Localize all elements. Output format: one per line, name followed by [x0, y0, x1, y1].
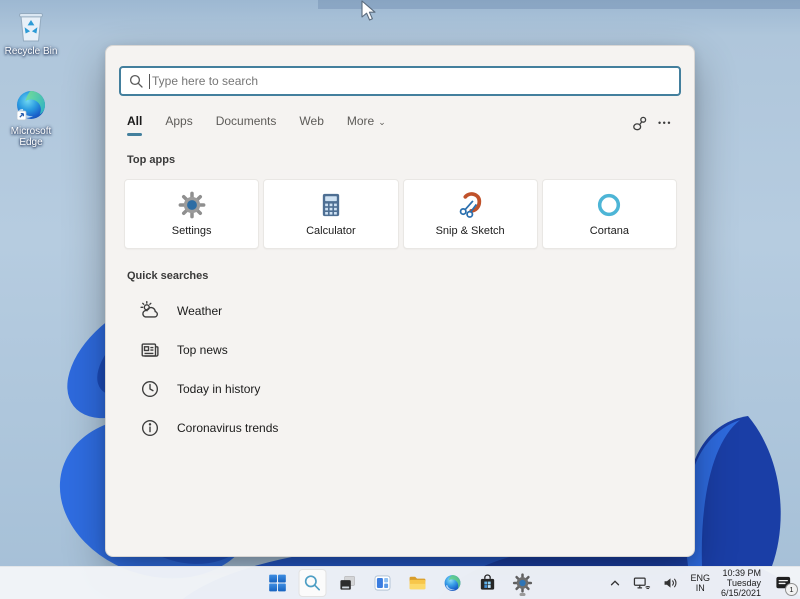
quick-search-coronavirus-trends[interactable]: Coronavirus trends: [127, 408, 674, 447]
more-options-button[interactable]: •••: [652, 112, 678, 134]
text-caret: [149, 74, 150, 89]
quick-search-label: Coronavirus trends: [177, 421, 278, 435]
start-button[interactable]: [264, 569, 292, 597]
microsoft-store-button[interactable]: [474, 569, 502, 597]
task-view-button[interactable]: [334, 569, 362, 597]
recycle-bin-icon: [14, 8, 48, 44]
desktop-icon-recycle-bin[interactable]: Recycle Bin: [0, 8, 62, 57]
clock-time: 10:39 PM: [721, 568, 761, 578]
edge-icon: [13, 88, 49, 124]
app-card-calculator[interactable]: Calculator: [263, 179, 398, 249]
speaker-icon: [662, 575, 679, 591]
task-view-icon: [338, 573, 358, 593]
clock-date: 6/15/2021: [721, 588, 761, 598]
quick-search-top-news[interactable]: Top news: [127, 330, 674, 369]
chevron-up-icon: [608, 576, 622, 590]
tab-more[interactable]: More⌄: [347, 110, 386, 136]
desktop-icon-label: Recycle Bin: [0, 46, 62, 57]
clock-day: Tuesday: [721, 578, 761, 588]
chevron-down-icon: ⌄: [378, 117, 386, 127]
quick-searches-list: Weather Top news: [127, 291, 674, 447]
sign-in-options-icon: [631, 115, 648, 132]
sign-in-options-button[interactable]: [626, 112, 652, 134]
quick-search-weather[interactable]: Weather: [127, 291, 674, 330]
app-card-snip-sketch[interactable]: Snip & Sketch: [403, 179, 538, 249]
quick-search-label: Weather: [177, 304, 222, 318]
taskbar-search-button[interactable]: [299, 569, 327, 597]
search-flyout-panel: All Apps Documents Web More⌄ ••• Top app…: [105, 45, 695, 557]
quick-search-today-in-history[interactable]: Today in history: [127, 369, 674, 408]
microsoft-store-icon: [478, 573, 498, 593]
info-icon: [139, 417, 161, 439]
clock[interactable]: 10:39 PM Tuesday 6/15/2021: [719, 569, 763, 597]
tab-documents[interactable]: Documents: [216, 110, 277, 136]
tab-apps[interactable]: Apps: [165, 110, 192, 136]
app-card-label: Snip & Sketch: [436, 225, 505, 237]
taskbar-center-buttons: [264, 567, 537, 599]
search-icon: [303, 573, 323, 593]
app-card-cortana[interactable]: Cortana: [542, 179, 677, 249]
top-shade-band: [318, 0, 800, 9]
quick-search-label: Top news: [177, 343, 228, 357]
file-explorer-button[interactable]: [404, 569, 432, 597]
search-icon: [129, 74, 143, 88]
tab-all[interactable]: All: [127, 110, 142, 136]
taskbar: ENG IN 10:39 PM Tuesday 6/15/2021 1: [0, 566, 800, 599]
notification-badge: 1: [785, 583, 798, 596]
tray-overflow-button[interactable]: [606, 569, 624, 597]
edge-browser-button[interactable]: [439, 569, 467, 597]
history-clock-icon: [139, 378, 161, 400]
weather-icon: [139, 300, 161, 322]
system-tray: ENG IN 10:39 PM Tuesday 6/15/2021 1: [606, 567, 796, 599]
notification-center-button[interactable]: 1: [770, 570, 796, 596]
gear-icon: [513, 573, 533, 593]
taskbar-settings-button[interactable]: [509, 569, 537, 597]
top-apps-title: Top apps: [127, 154, 175, 166]
desktop-icon-label: Microsoft Edge: [0, 126, 62, 148]
widgets-button[interactable]: [369, 569, 397, 597]
settings-gear-icon: [178, 191, 206, 219]
snip-sketch-icon: [456, 191, 484, 219]
widgets-icon: [373, 573, 393, 593]
app-card-settings[interactable]: Settings: [124, 179, 259, 249]
ellipsis-icon: •••: [658, 118, 672, 128]
news-icon: [139, 339, 161, 361]
language-switcher[interactable]: ENG IN: [688, 569, 712, 597]
quick-search-label: Today in history: [177, 382, 260, 396]
network-button[interactable]: [631, 569, 653, 597]
app-card-label: Calculator: [306, 225, 356, 237]
cortana-icon: [595, 191, 623, 219]
desktop: Recycle Bin Microsoft Edge: [0, 0, 800, 599]
windows-start-icon: [268, 573, 288, 593]
calculator-icon: [317, 191, 345, 219]
edge-browser-icon: [443, 573, 463, 593]
search-input[interactable]: [152, 74, 671, 88]
folder-icon: [408, 573, 428, 593]
app-card-label: Settings: [172, 225, 212, 237]
search-filter-tabs: All Apps Documents Web More⌄ •••: [127, 110, 678, 136]
search-box[interactable]: [119, 66, 681, 96]
volume-button[interactable]: [660, 569, 681, 597]
app-card-label: Cortana: [590, 225, 629, 237]
quick-searches-title: Quick searches: [127, 270, 208, 282]
tab-web[interactable]: Web: [299, 110, 323, 136]
desktop-icon-microsoft-edge[interactable]: Microsoft Edge: [0, 88, 62, 148]
network-icon: [633, 575, 651, 591]
top-apps-cards: Settings Calculator: [124, 179, 677, 249]
open-app-indicator: [520, 593, 526, 596]
